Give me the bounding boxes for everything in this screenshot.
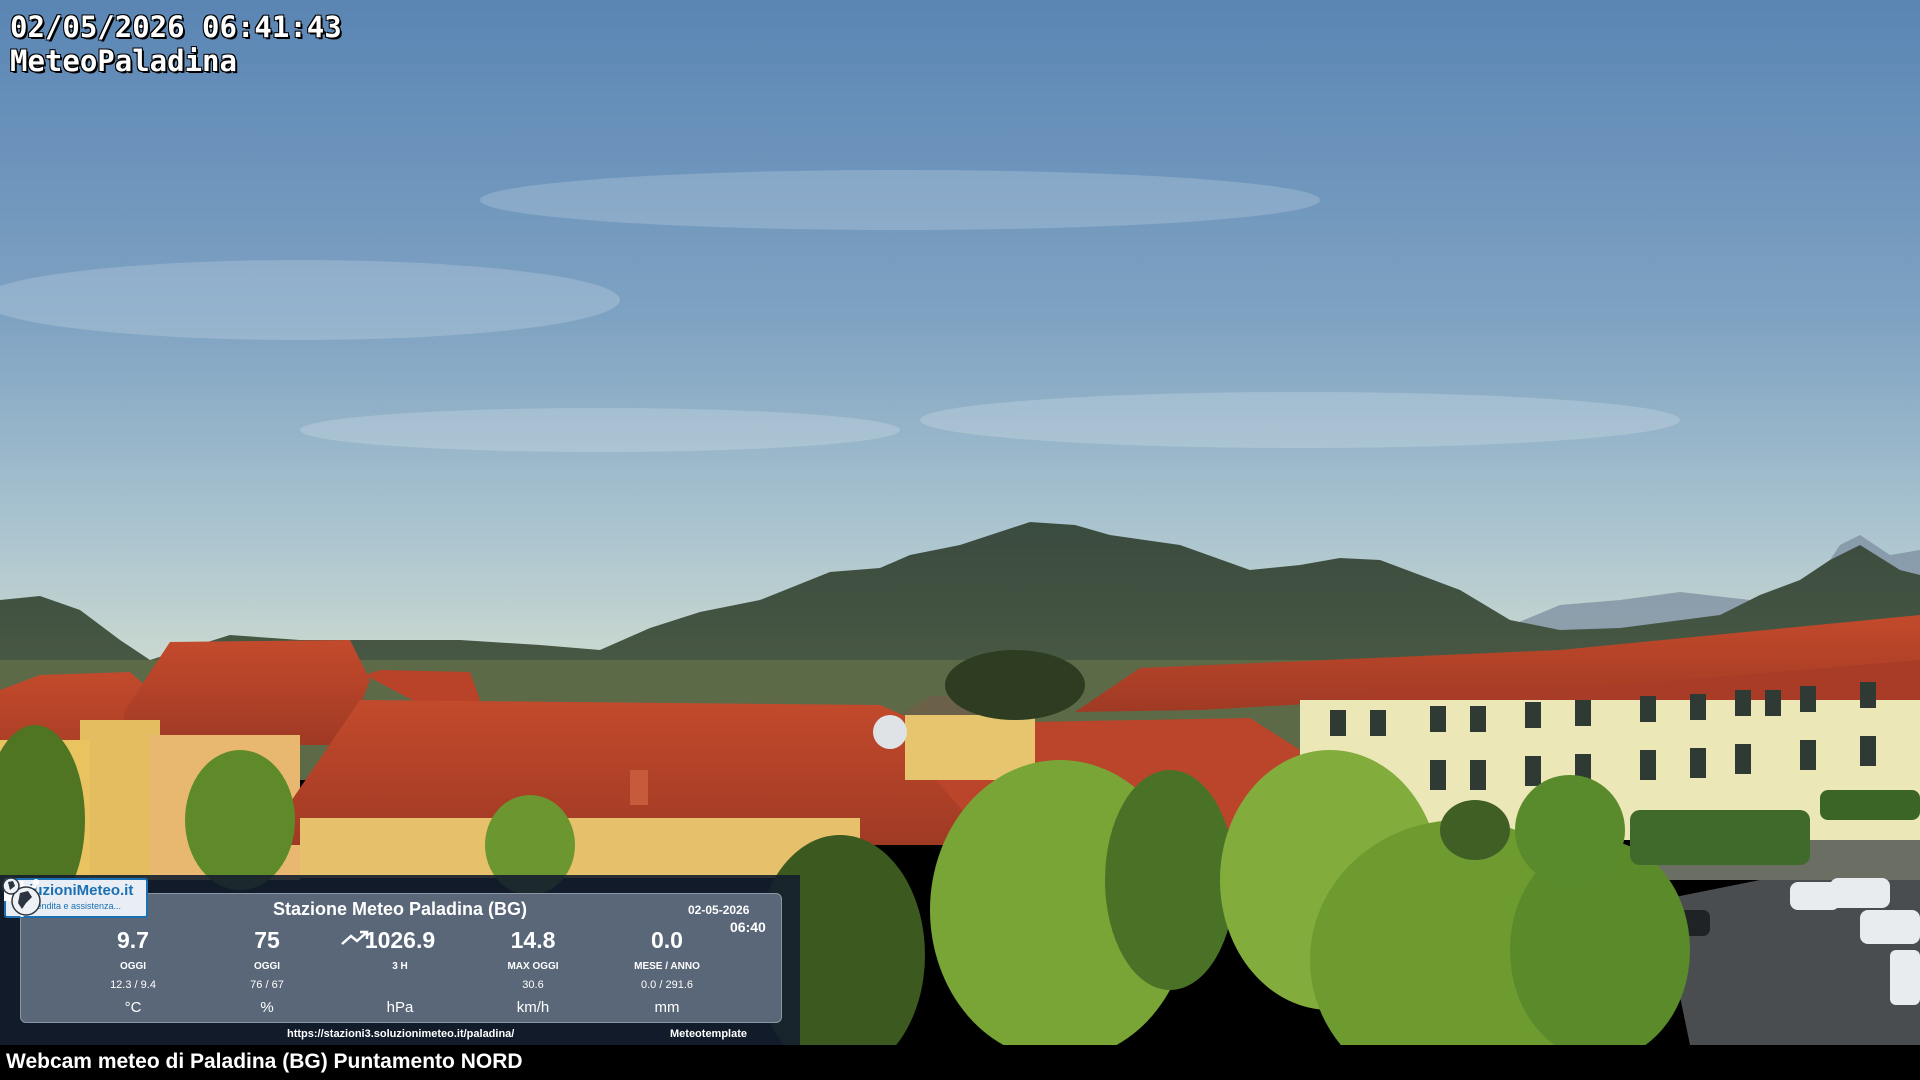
metric-value: 0.0: [651, 927, 683, 953]
metric-unit: mm: [654, 999, 680, 1016]
station-url: https://stazioni3.soluzionimeteo.it/pala…: [287, 1028, 515, 1040]
template-credit: Meteotemplate: [670, 1028, 748, 1040]
metric-value: 9.7: [117, 927, 149, 953]
metric-label: MAX OGGI: [507, 961, 559, 972]
metric-label: OGGI: [119, 961, 147, 972]
metric-sub: 12.3 / 9.4: [110, 979, 156, 991]
wall: [300, 818, 860, 878]
metric-label: OGGI: [253, 961, 281, 972]
metric-unit: %: [260, 999, 274, 1016]
panel-time: 06:40: [730, 919, 766, 935]
panel-date: 02-05-2026: [688, 903, 750, 917]
trend-up-icon: [341, 930, 369, 945]
satellite-dish: [873, 715, 907, 749]
metric-sub: 0.0 / 291.6: [641, 979, 693, 991]
metric-value: 75: [254, 927, 280, 953]
metric-pressure: 1026.9 3 H hPa: [340, 927, 460, 1016]
metric-unit: °C: [124, 999, 142, 1016]
wall: [80, 720, 160, 880]
metric-wind: 14.8 MAX OGGI 30.6 km/h: [473, 927, 593, 1016]
metric-value: 14.8: [510, 927, 556, 953]
weather-panel: SoluzioniMeteo.it vendita e assistenza..…: [0, 875, 800, 1045]
caption-bar: Webcam meteo di Paladina (BG) Puntamento…: [0, 1045, 1920, 1080]
panel-title: Stazione Meteo Paladina (BG): [272, 899, 528, 919]
logo-tagline: vendita e assistenza...: [32, 901, 122, 911]
metric-sub: [340, 930, 460, 997]
globe-icon: [2, 877, 41, 916]
chimney: [630, 770, 648, 805]
metric-sub: 76 / 67: [250, 979, 284, 991]
metric-temperature: 9.7 OGGI 12.3 / 9.4 °C: [73, 927, 193, 1016]
metric-unit: km/h: [516, 999, 550, 1016]
webcam-scene: 02/05/2026 06:41:43 MeteoPaladina Soluzi…: [0, 0, 1920, 1080]
metric-label: 3 H: [392, 961, 408, 972]
tree: [945, 650, 1085, 720]
metric-rain: 0.0 MESE / ANNO 0.0 / 291.6 mm: [607, 927, 727, 1016]
metric-humidity: 75 OGGI 76 / 67 %: [207, 927, 327, 1016]
station-name-stamp: MeteoPaladina: [10, 44, 237, 78]
metric-unit: hPa: [386, 999, 414, 1016]
metric-label: MESE / ANNO: [634, 961, 700, 972]
webcam-caption: Webcam meteo di Paladina (BG) Puntamento…: [6, 1050, 523, 1073]
datetime-stamp: 02/05/2026 06:41:43: [10, 10, 342, 44]
metric-sub: 30.6: [522, 979, 544, 991]
